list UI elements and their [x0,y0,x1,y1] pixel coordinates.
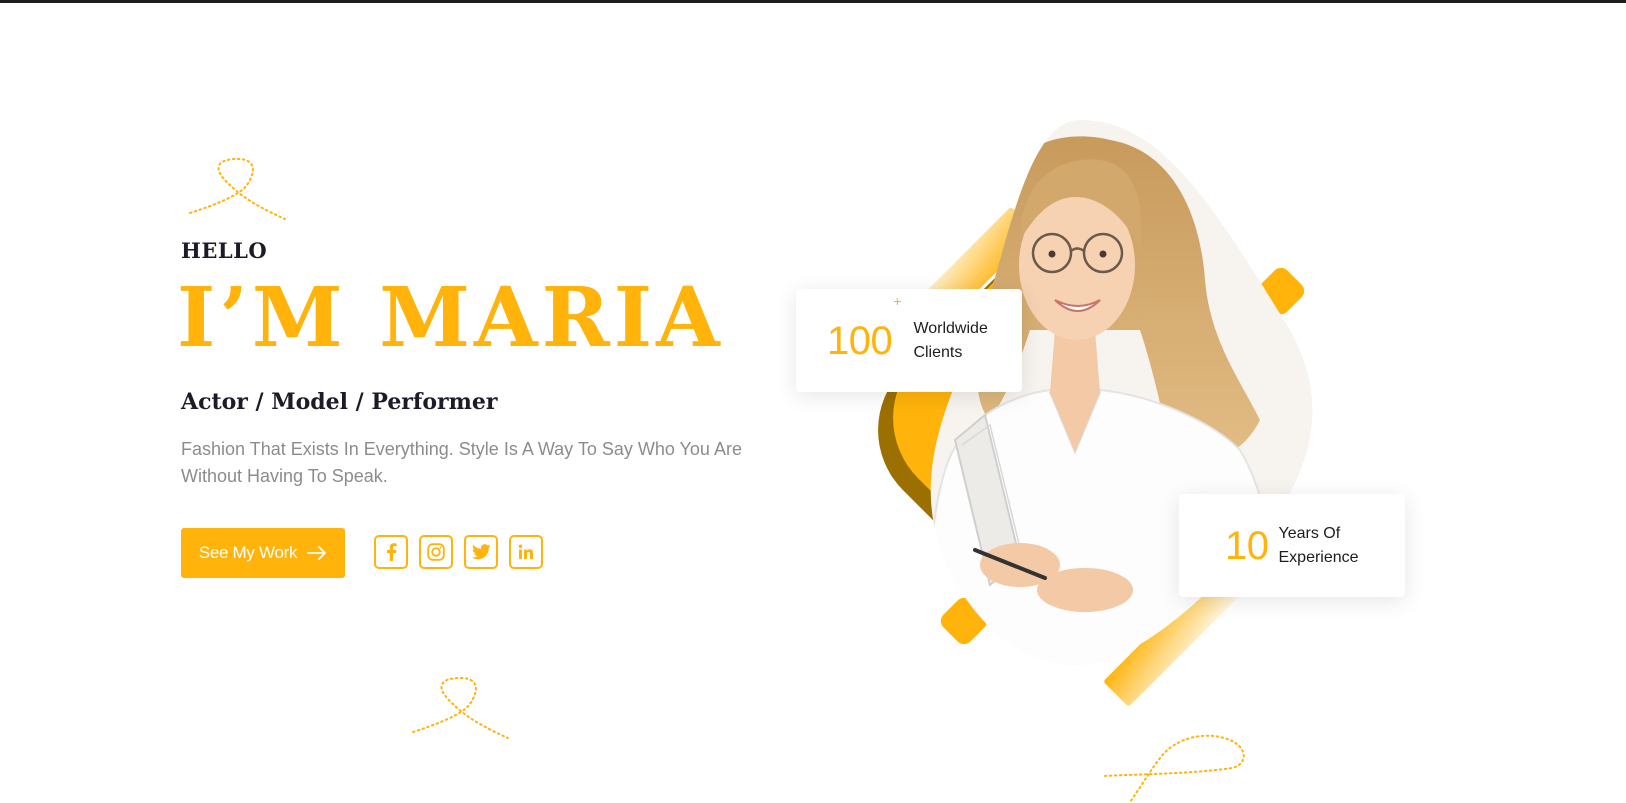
greeting-text: HELLO [181,238,268,263]
clients-count-suffix: + [893,293,902,309]
see-my-work-button[interactable]: See My Work [181,528,345,578]
roles-subtitle: Actor / Model / Performer [181,389,498,415]
experience-years: 10 [1225,523,1269,568]
diamond-shape-bottom [940,597,988,645]
top-border [0,0,1626,3]
linkedin-link[interactable] [509,535,543,569]
social-links [374,535,543,569]
facebook-link[interactable] [374,535,408,569]
hero-page: HELLO I’M MARIA Actor / Model / Performe… [0,0,1626,803]
doodle-decoration-top-left [189,157,286,220]
doodle-decoration-bottom-right [1104,734,1245,803]
hero-headline: I’M MARIA [177,270,724,366]
experience-label: Years Of Experience [1278,524,1359,566]
see-my-work-label: See My Work [198,543,298,562]
facebook-icon [387,543,397,561]
tagline-text: Fashion That Exists In Everything. Style… [181,439,742,486]
clients-count: 100 [827,318,893,363]
twitter-link[interactable] [464,535,498,569]
arrow-right-icon [307,546,327,560]
clients-label: Worldwide Clients [913,319,988,361]
stat-card-clients: 100 + Worldwide Clients [796,289,1022,392]
diamond-shape-right [1257,267,1305,315]
twitter-icon [471,544,491,560]
stat-card-experience: 10 Years Of Experience [1179,494,1405,597]
doodle-decoration-bottom-center [412,676,509,739]
instagram-link[interactable] [419,535,453,569]
linkedin-icon [518,544,533,559]
instagram-icon [427,543,445,561]
